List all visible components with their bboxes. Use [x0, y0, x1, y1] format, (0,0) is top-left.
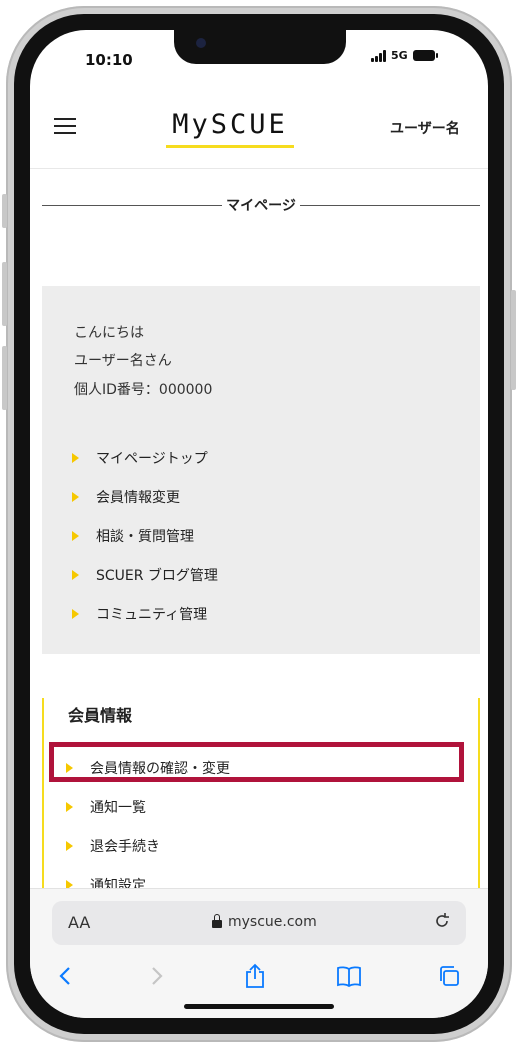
sub-item-label: 退会手続き: [90, 838, 160, 855]
nav-item-label: SCUER ブログ管理: [96, 567, 218, 584]
address-bar[interactable]: AA myscue.com: [52, 901, 466, 945]
greeting-text: こんにちは: [74, 325, 144, 341]
battery-icon: [412, 50, 438, 61]
volume-down-button: [2, 346, 7, 410]
mypage-panel: こんにちは ユーザー名さん 個人ID番号：000000 マイページトップ 会員情…: [42, 286, 480, 654]
network-type: 5G: [391, 49, 408, 62]
section-border-right: [478, 698, 480, 898]
nav-item-blog[interactable]: SCUER ブログ管理: [72, 555, 218, 594]
page-title: マイページ: [226, 198, 296, 214]
greeting-user: ユーザー名さん: [74, 353, 172, 369]
bookmarks-icon[interactable]: [334, 961, 364, 991]
myscue-logo[interactable]: MySCUE: [164, 110, 296, 148]
text-size-label: AA: [68, 913, 91, 932]
back-icon[interactable]: [50, 961, 80, 991]
power-button: [511, 290, 516, 390]
triangle-arrow-icon: [66, 840, 73, 851]
member-section-title: 会員情報: [68, 706, 133, 725]
triangle-arrow-icon: [66, 801, 73, 812]
url-display[interactable]: myscue.com: [212, 914, 317, 930]
section-border-left: [42, 698, 44, 898]
nav-item-label: マイページトップ: [96, 450, 208, 467]
title-rule-right: [299, 204, 481, 206]
reload-icon[interactable]: [432, 911, 452, 936]
browser-toolbar: [30, 961, 488, 1001]
title-rule-left: [42, 204, 223, 206]
hamburger-menu-icon[interactable]: [54, 118, 76, 135]
nav-item-label: 会員情報変更: [96, 489, 180, 506]
nav-item-label: 相談・質問管理: [96, 528, 194, 545]
sub-item-withdrawal[interactable]: 退会手続き: [66, 826, 230, 865]
url-text: myscue.com: [228, 914, 317, 930]
mute-switch: [2, 194, 7, 228]
status-time: 10:10: [85, 51, 133, 69]
nav-item-member-info-change[interactable]: 会員情報変更: [72, 477, 218, 516]
nav-item-label: コミュニティ管理: [96, 606, 208, 623]
header-divider: [30, 168, 488, 169]
phone-screen: 10:10 5G MySCUE ユーザー名 マイページ こんにちは ユーザー名さ…: [30, 30, 488, 1018]
signal-icon: [371, 49, 386, 62]
browser-bottom-bar: AA myscue.com: [30, 888, 488, 1018]
nav-item-mypage-top[interactable]: マイページトップ: [72, 438, 218, 477]
notch: [174, 30, 346, 64]
nav-item-consultation[interactable]: 相談・質問管理: [72, 516, 218, 555]
forward-icon[interactable]: [142, 961, 172, 991]
status-indicators: 5G: [371, 49, 438, 62]
tabs-icon[interactable]: [434, 961, 464, 991]
sub-item-label: 通知一覧: [90, 799, 146, 816]
nav-item-community[interactable]: コミュニティ管理: [72, 594, 218, 633]
share-icon[interactable]: [240, 961, 270, 991]
triangle-arrow-icon: [72, 608, 79, 619]
lock-icon: [212, 914, 222, 928]
triangle-arrow-icon: [72, 569, 79, 580]
home-indicator: [184, 1004, 334, 1009]
personal-id: 個人ID番号：000000: [74, 382, 213, 398]
logo-text: MySCUE: [172, 109, 288, 140]
volume-up-button: [2, 262, 7, 326]
sub-item-notifications[interactable]: 通知一覧: [66, 787, 230, 826]
header-user-name[interactable]: ユーザー名: [390, 118, 460, 138]
mypage-nav-list: マイページトップ 会員情報変更 相談・質問管理 SCUER ブログ管理 コミュニ…: [72, 438, 218, 633]
triangle-arrow-icon: [72, 491, 79, 502]
text-size-button[interactable]: AA: [68, 913, 90, 932]
front-camera: [196, 38, 206, 48]
page-title-row: マイページ: [42, 194, 481, 216]
triangle-arrow-icon: [72, 452, 79, 463]
member-info-section: 会員情報 会員情報の確認・変更 通知一覧 退会手続き 通知設定: [42, 698, 480, 898]
logo-underline: [166, 145, 294, 148]
triangle-arrow-icon: [72, 530, 79, 541]
highlight-box: [49, 742, 464, 782]
